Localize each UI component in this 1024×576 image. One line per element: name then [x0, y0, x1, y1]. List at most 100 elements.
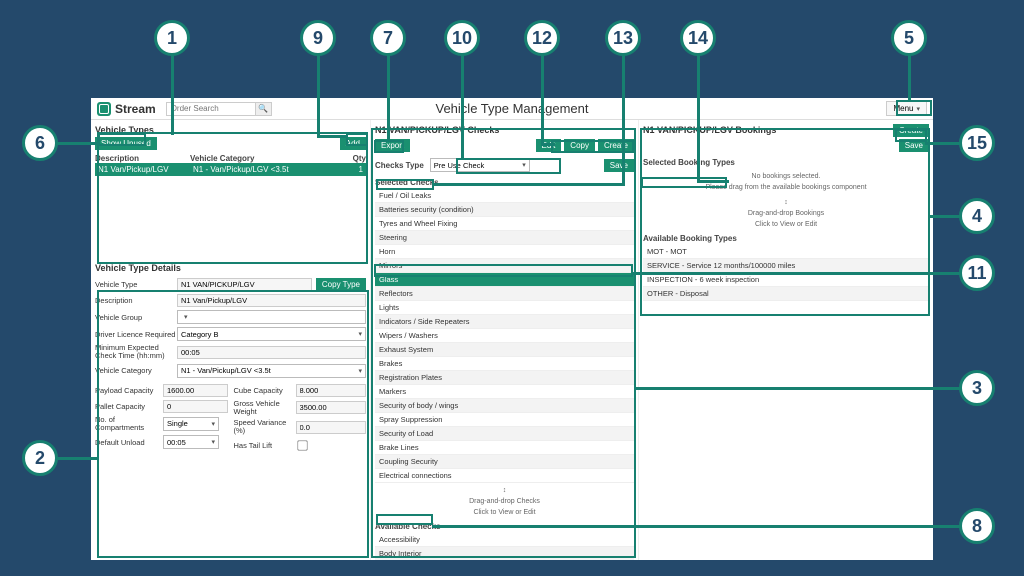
export-button[interactable]: Export	[375, 139, 410, 152]
check-item[interactable]: Wipers / Washers	[375, 329, 634, 343]
callout-13: 13	[605, 20, 641, 56]
callout-3: 3	[959, 370, 995, 406]
callout-7: 7	[370, 20, 406, 56]
label-default-unload: Default Unload	[95, 438, 163, 447]
check-item[interactable]: Glass	[375, 273, 634, 287]
drag-hint-bookings-1: Drag-and-drop Bookings	[643, 210, 929, 217]
add-button[interactable]: Add	[340, 137, 366, 150]
check-item[interactable]: Exhaust System	[375, 343, 634, 357]
check-item[interactable]: Brakes	[375, 357, 634, 371]
check-item[interactable]: Steering	[375, 231, 634, 245]
logo-icon	[97, 102, 111, 116]
booking-item[interactable]: MOT - MOT	[643, 245, 929, 259]
check-item[interactable]: Body Interior	[375, 547, 634, 560]
check-item[interactable]: Accessibility	[375, 533, 634, 547]
callout-5: 5	[891, 20, 927, 56]
check-item[interactable]: Markers	[375, 385, 634, 399]
checks-type-label: Checks Type	[375, 161, 424, 170]
menu-button[interactable]: Menu	[886, 101, 927, 116]
label-gvw: Gross Vehicle Weight	[234, 400, 296, 417]
label-cube: Cube Capacity	[234, 386, 296, 395]
check-item[interactable]: Tyres and Wheel Fixing	[375, 217, 634, 231]
check-item[interactable]: Brake Lines	[375, 441, 634, 455]
checkbox-tail-lift[interactable]	[297, 440, 307, 450]
create-checks-button[interactable]: Create	[598, 139, 634, 152]
check-item[interactable]: Registration Plates	[375, 371, 634, 385]
selected-checks-list[interactable]: Fuel / Oil LeaksBatteries security (cond…	[375, 189, 634, 483]
empty-bookings-msg-2: Please drag from the available bookings …	[643, 184, 929, 191]
check-item[interactable]: Security of body / wings	[375, 399, 634, 413]
input-speed-var[interactable]	[296, 421, 367, 434]
select-vehicle-category[interactable]: N1 - Van/Pickup/LGV <3.5t	[177, 364, 366, 378]
booking-item[interactable]: INSPECTION - 6 week inspection	[643, 273, 929, 287]
app-logo: Stream	[97, 102, 156, 116]
brand-name: Stream	[115, 102, 156, 116]
input-cube[interactable]	[296, 384, 367, 397]
callout-6: 6	[22, 125, 58, 161]
drag-hint-checks-1: Drag-and-drop Checks	[375, 498, 634, 505]
copy-button[interactable]: Copy	[564, 139, 595, 152]
callout-1: 1	[154, 20, 190, 56]
checks-heading: N1 VAN/PICKUP/LGV Checks	[375, 123, 499, 137]
label-vehicle-type: Vehicle Type	[95, 280, 177, 289]
callout-4: 4	[959, 198, 995, 234]
drag-hint-checks-2: Click to View or Edit	[375, 509, 634, 516]
drag-hint-icon: ↕	[375, 487, 634, 494]
search-button[interactable]: 🔍	[256, 102, 272, 116]
check-item[interactable]: Electrical connections	[375, 469, 634, 483]
callout-12: 12	[524, 20, 560, 56]
check-item[interactable]: Horn	[375, 245, 634, 259]
callout-8: 8	[959, 508, 995, 544]
copy-type-button[interactable]: Copy Type	[316, 278, 366, 291]
search-input[interactable]	[166, 102, 256, 116]
check-item[interactable]: Reflectors	[375, 287, 634, 301]
create-bookings-button[interactable]: Create	[893, 124, 929, 137]
table-row[interactable]: N1 Van/Pickup/LGV N1 - Van/Pickup/LGV <3…	[95, 163, 366, 176]
label-driver-licence: Driver Licence Required	[95, 330, 177, 339]
callout-2: 2	[22, 440, 58, 476]
select-compartments[interactable]: Single	[163, 417, 219, 431]
callout-9: 9	[300, 20, 336, 56]
available-booking-types-label: Available Booking Types	[643, 234, 929, 243]
label-description: Description	[95, 296, 177, 305]
booking-item[interactable]: OTHER - Disposal	[643, 287, 929, 301]
label-pallet: Pallet Capacity	[95, 402, 163, 411]
label-payload: Payload Capacity	[95, 386, 163, 395]
callout-15: 15	[959, 125, 995, 161]
check-item[interactable]: Security of Load	[375, 427, 634, 441]
save-bookings-button[interactable]: Save	[899, 139, 929, 152]
label-compartments: No. of Compartments	[95, 416, 163, 433]
select-default-unload[interactable]: 00:05	[163, 435, 219, 449]
check-item[interactable]: Lights	[375, 301, 634, 315]
vehicle-type-details-heading: Vehicle Type Details	[95, 261, 366, 275]
selected-booking-types-label: Selected Booking Types	[643, 158, 929, 167]
label-speed-var: Speed Variance (%)	[234, 419, 296, 436]
check-item[interactable]: Spray Suppression	[375, 413, 634, 427]
check-item[interactable]: Coupling Security	[375, 455, 634, 469]
save-checks-button[interactable]: Save	[604, 159, 634, 172]
select-driver-licence[interactable]: Category B	[177, 327, 366, 341]
drag-hint-bookings-2: Click to View or Edit	[643, 221, 929, 228]
check-item[interactable]: Fuel / Oil Leaks	[375, 189, 634, 203]
input-min-check[interactable]	[177, 346, 366, 359]
label-min-check: Minimum Expected Check Time (hh:mm)	[95, 344, 177, 361]
check-item[interactable]: Batteries security (condition)	[375, 203, 634, 217]
available-checks-list[interactable]: AccessibilityBody Interior	[375, 533, 634, 560]
bookings-heading: N1 VAN/PICKUP/LGV Bookings	[643, 123, 776, 137]
select-vehicle-group[interactable]	[177, 310, 366, 324]
input-description[interactable]	[177, 294, 366, 307]
th-qty: Qty	[342, 154, 366, 163]
check-item[interactable]: Indicators / Side Repeaters	[375, 315, 634, 329]
th-category: Vehicle Category	[190, 154, 342, 163]
select-checks-type[interactable]: Pre Use Check	[430, 158, 530, 172]
booking-item[interactable]: SERVICE - Service 12 months/100000 miles	[643, 259, 929, 273]
input-payload[interactable]	[163, 384, 228, 397]
check-item[interactable]: Mirrors	[375, 259, 634, 273]
callout-14: 14	[680, 20, 716, 56]
input-gvw[interactable]	[296, 401, 367, 414]
callout-10: 10	[444, 20, 480, 56]
input-vehicle-type[interactable]	[177, 278, 312, 291]
label-vehicle-category: Vehicle Category	[95, 366, 177, 375]
show-unused-button[interactable]: Show Unused	[95, 137, 157, 150]
input-pallet[interactable]	[163, 400, 228, 413]
